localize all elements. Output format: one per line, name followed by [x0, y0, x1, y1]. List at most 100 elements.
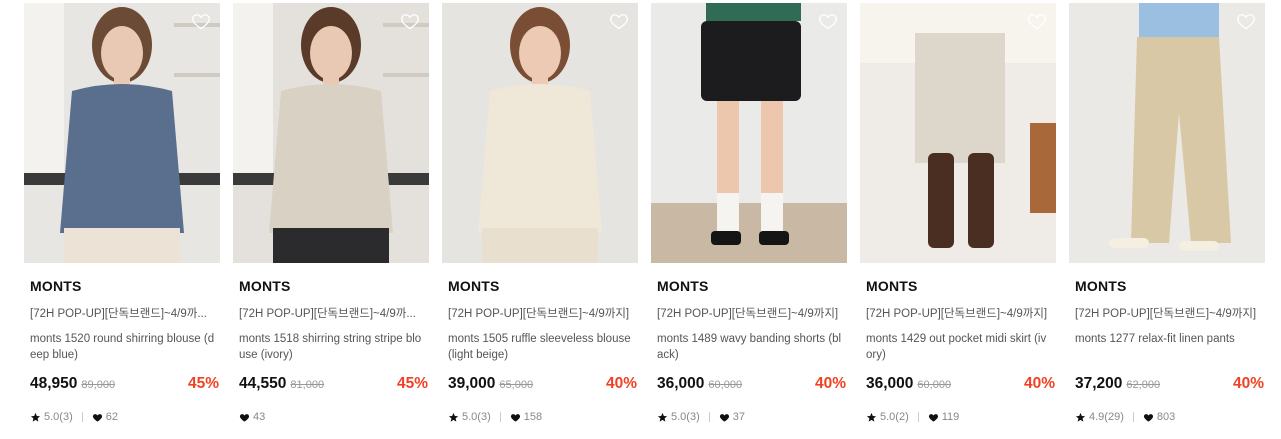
- meta-divider: [81, 412, 83, 422]
- product-photo: [233, 3, 429, 263]
- discount-rate: 40%: [605, 375, 637, 392]
- rating-value: 5.0(3): [671, 411, 700, 423]
- wishlist-heart-icon[interactable]: [609, 11, 629, 31]
- discount-rate: 40%: [814, 375, 846, 392]
- sale-price: 44,550: [239, 375, 287, 392]
- meta-divider: [1132, 412, 1134, 422]
- rating: 5.0(3): [30, 411, 73, 423]
- original-price: 65,000: [499, 379, 534, 391]
- product-photo: [860, 3, 1056, 263]
- product-image[interactable]: [1069, 3, 1265, 263]
- heart-icon: [1143, 413, 1153, 422]
- product-card[interactable]: MONTS [72H POP-UP][단독브랜드]~4/9까지] monts 1…: [1069, 3, 1265, 423]
- original-price: 81,000: [290, 379, 325, 391]
- product-card[interactable]: MONTS [72H POP-UP][단독브랜드]~4/9까지] monts 1…: [442, 3, 638, 423]
- product-image[interactable]: [860, 3, 1056, 263]
- wishlist-heart-icon[interactable]: [191, 11, 211, 31]
- product-image[interactable]: [24, 3, 220, 263]
- star-icon: [448, 412, 459, 422]
- likes: 119: [928, 411, 960, 423]
- promo-label: [72H POP-UP][단독브랜드]~4/9까지]: [448, 308, 630, 320]
- product-meta: 5.0(3) 158: [448, 411, 638, 423]
- product-meta: 5.0(3) 62: [30, 411, 220, 423]
- product-photo: [1069, 3, 1265, 263]
- original-price: 62,000: [1126, 379, 1161, 391]
- discount-rate: 45%: [187, 375, 219, 392]
- promo-label: [72H POP-UP][단독브랜드]~4/9까...: [30, 308, 207, 320]
- likes-count: 119: [941, 411, 960, 423]
- star-icon: [866, 412, 877, 422]
- sale-price: 36,000: [866, 375, 914, 392]
- original-price: 60,000: [917, 379, 952, 391]
- brand-name[interactable]: MONTS: [657, 278, 847, 294]
- product-name[interactable]: monts 1489 wavy banding shorts (black): [657, 331, 843, 363]
- product-card[interactable]: MONTS [72H POP-UP][단독브랜드]~4/9까지] monts 1…: [651, 3, 847, 423]
- discount-rate: 40%: [1232, 375, 1264, 392]
- product-card[interactable]: MONTS [72H POP-UP][단독브랜드]~4/9까지] monts 1…: [860, 3, 1056, 423]
- star-icon: [657, 412, 668, 422]
- sale-price: 37,200: [1075, 375, 1123, 392]
- promo-label: [72H POP-UP][단독브랜드]~4/9까지]: [657, 308, 839, 320]
- price-row: 37,200 62,000 40%: [1075, 375, 1264, 393]
- price-row: 44,550 81,000 45%: [239, 375, 428, 393]
- wishlist-heart-icon[interactable]: [1236, 11, 1256, 31]
- product-card[interactable]: MONTS [72H POP-UP][단독브랜드]~4/9까... monts …: [233, 3, 429, 423]
- rating: 5.0(2): [866, 411, 909, 423]
- promo-label: [72H POP-UP][단독브랜드]~4/9까...: [239, 308, 416, 320]
- likes: 158: [510, 411, 542, 423]
- price-row: 39,000 65,000 40%: [448, 375, 637, 393]
- sale-price: 36,000: [657, 375, 705, 392]
- price-row: 48,950 89,000 45%: [30, 375, 219, 393]
- brand-name[interactable]: MONTS: [30, 278, 220, 294]
- likes-count: 158: [523, 411, 543, 423]
- product-photo: [442, 3, 638, 263]
- brand-name[interactable]: MONTS: [866, 278, 1056, 294]
- product-image[interactable]: [442, 3, 638, 263]
- brand-name[interactable]: MONTS: [239, 278, 429, 294]
- product-meta: 4.9(29) 803: [1075, 411, 1265, 423]
- product-name[interactable]: monts 1520 round shirring blouse (deep b…: [30, 331, 216, 363]
- likes: 803: [1143, 411, 1175, 423]
- likes-count: 37: [732, 411, 745, 423]
- product-name[interactable]: monts 1277 relax-fit linen pants: [1075, 331, 1261, 363]
- brand-name[interactable]: MONTS: [1075, 278, 1265, 294]
- product-meta: 43: [239, 411, 429, 423]
- rating: 5.0(3): [657, 411, 700, 423]
- heart-icon: [928, 413, 938, 422]
- wishlist-heart-icon[interactable]: [818, 11, 838, 31]
- wishlist-heart-icon[interactable]: [400, 11, 420, 31]
- product-meta: 5.0(2) 119: [866, 411, 1056, 423]
- likes-count: 62: [105, 411, 118, 423]
- product-photo: [24, 3, 220, 263]
- meta-divider: [499, 412, 501, 422]
- likes: 37: [719, 411, 745, 423]
- product-grid: MONTS [72H POP-UP][단독브랜드]~4/9까... monts …: [24, 3, 1265, 423]
- promo-label: [72H POP-UP][단독브랜드]~4/9까지]: [1075, 308, 1257, 320]
- heart-icon: [510, 413, 520, 422]
- likes-count: 43: [253, 411, 266, 423]
- rating-value: 5.0(3): [462, 411, 491, 423]
- sale-price: 39,000: [448, 375, 496, 392]
- discount-rate: 45%: [396, 375, 428, 392]
- likes-count: 803: [1156, 411, 1176, 423]
- price-row: 36,000 60,000 40%: [866, 375, 1055, 393]
- product-image[interactable]: [233, 3, 429, 263]
- star-icon: [30, 412, 41, 422]
- original-price: 60,000: [708, 379, 743, 391]
- wishlist-heart-icon[interactable]: [1027, 11, 1047, 31]
- product-image[interactable]: [651, 3, 847, 263]
- rating-value: 5.0(3): [44, 411, 73, 423]
- original-price: 89,000: [81, 379, 116, 391]
- meta-divider: [708, 412, 710, 422]
- rating: 4.9(29): [1075, 411, 1124, 423]
- product-name[interactable]: monts 1518 shirring string stripe blouse…: [239, 331, 425, 363]
- product-card[interactable]: MONTS [72H POP-UP][단독브랜드]~4/9까... monts …: [24, 3, 220, 423]
- heart-icon: [239, 413, 250, 422]
- promo-label: [72H POP-UP][단독브랜드]~4/9까지]: [866, 308, 1048, 320]
- product-name[interactable]: monts 1429 out pocket midi skirt (ivory): [866, 331, 1052, 363]
- brand-name[interactable]: MONTS: [448, 278, 638, 294]
- heart-icon: [92, 413, 102, 422]
- product-name[interactable]: monts 1505 ruffle sleeveless blouse (lig…: [448, 331, 634, 363]
- product-photo: [651, 3, 847, 263]
- sale-price: 48,950: [30, 375, 78, 392]
